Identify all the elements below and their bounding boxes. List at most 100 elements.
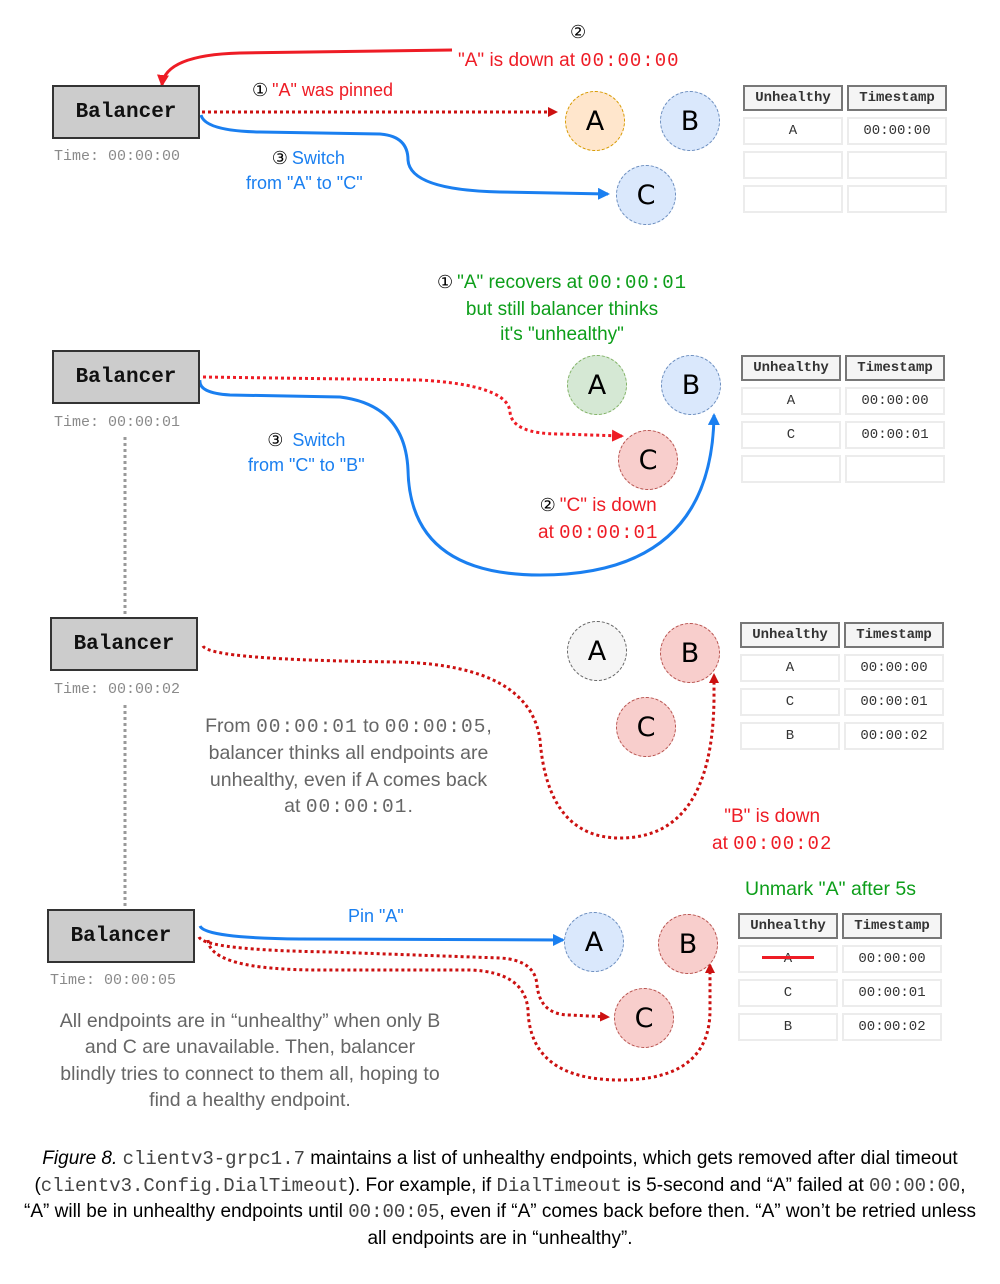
endpoint-node-a: A [567,355,627,415]
unmark-label: Unmark "A" after 5s [745,878,916,900]
cell-timestamp: 00:00:00 [844,654,944,682]
note-text: to [357,715,385,737]
step-3-label: ③ Switch from "C" to "B" [248,428,365,478]
note-line-3: blindly tries to connect to them all, ho… [60,1062,440,1085]
step-number-1: ① [252,80,269,101]
header-unhealthy: Unhealthy [743,85,843,111]
explanation-note: All endpoints are in “unhealthy” when on… [50,1008,450,1113]
time-label: Time: 00:00:05 [50,972,177,989]
time-label: Time: 00:00:02 [54,681,181,698]
note-line-2: balancer thinks all endpoints are [208,742,489,765]
endpoint-node-b: B [661,355,721,415]
cell-unhealthy: B [740,722,840,750]
step-number-2: ② [570,22,587,43]
step-3-label: ③ Switch from "A" to "C" [246,146,363,196]
endpoint-node-a: A [564,912,624,972]
time-label: Time: 00:00:01 [54,414,181,431]
step-number-3: ③ [271,148,288,169]
b-down-text: "B" is down [724,806,821,827]
b-down-time: 00:00:02 [733,832,833,855]
unhealthy-table: Unhealthy Timestamp A 00:00:00 C 00:00:0… [741,355,945,483]
cell-timestamp: 00:00:02 [842,1013,942,1041]
b-down-label: "B" is down at 00:00:02 [712,804,832,857]
unhealthy-table: Unhealthy Timestamp A 00:00:00 C 00:00:0… [740,622,944,750]
header-timestamp: Timestamp [845,355,945,381]
endpoint-node-a: A [567,621,627,681]
cell-unhealthy: A [741,387,841,415]
recovers-line-3: it's "unhealthy" [500,324,624,346]
header-timestamp: Timestamp [844,622,944,648]
figure-caption: Figure 8. clientv3-grpc1.7 maintains a l… [20,1146,980,1252]
endpoint-node-c: C [616,697,676,757]
cell-timestamp [847,151,947,179]
balancer-box: Balancer [50,617,198,671]
caption-code: clientv3-grpc1.7 [122,1148,305,1170]
header-timestamp: Timestamp [847,85,947,111]
cell-unhealthy: C [741,421,841,449]
cell-unhealthy: A [743,117,843,145]
down-time: 00:00:00 [580,50,680,72]
cell-timestamp: 00:00:01 [844,688,944,716]
at-text: at [712,832,734,854]
note-text: . [407,794,413,817]
step-number-3: ③ [267,430,284,451]
cell-timestamp [845,455,945,483]
caption-text: , even if “A” comes back before then. “A… [367,1201,976,1249]
unhealthy-table: Unhealthy Timestamp A 00:00:00 C 00:00:0… [738,913,942,1041]
cell-unhealthy-struck: A [738,945,838,973]
note-time: 00:00:01 [256,716,358,738]
caption-code: 00:00:00 [869,1174,961,1197]
balancer-box: Balancer [52,350,200,404]
endpoint-node-b: B [660,91,720,151]
pinned-text: "A" was pinned [272,80,393,100]
cell-timestamp: 00:00:00 [845,387,945,415]
recovers-text: "A" recovers at [457,272,588,293]
caption-text: ). For example, if [348,1174,497,1196]
endpoint-node-a: A [565,91,625,151]
endpoint-node-c: C [618,430,678,490]
step-1-label: ① "A" recovers at 00:00:01 but still bala… [412,270,712,348]
note-line-2: and C are unavailable. Then, balancer [84,1036,416,1059]
note-line-3: unhealthy, even if A comes back [209,768,488,791]
step-number-1: ① [436,272,454,293]
step-number-2: ② [539,495,556,516]
switch-detail-text: from "C" to "B" [248,455,365,476]
step-2-marker: ② [570,20,590,45]
endpoint-node-b: B [658,914,718,974]
recovers-time: 00:00:01 [587,272,688,294]
time-label: Time: 00:00:00 [54,148,181,165]
cell-unhealthy: C [740,688,840,716]
step-1-label: ① "A" was pinned [252,78,393,103]
caption-code: 00:00:05 [348,1201,440,1224]
header-unhealthy: Unhealthy [738,913,838,939]
step-2-label: ② "C" is down at 00:00:01 [538,493,658,546]
note-line-4: find a healthy endpoint. [149,1088,351,1111]
endpoint-node-c: C [614,988,674,1048]
cell-timestamp: 00:00:00 [842,945,942,973]
cell-unhealthy [743,185,843,213]
caption-code: DialTimeout [496,1174,622,1197]
recovers-line-2: but still balancer thinks [465,298,659,320]
down-text: "A" is down at [458,50,581,71]
cell-timestamp: 00:00:01 [845,421,945,449]
note-time: 00:00:05 [384,716,487,738]
note-time: 00:00:01 [305,795,408,818]
endpoint-node-b: B [660,623,720,683]
cell-unhealthy: C [738,979,838,1007]
cell-unhealthy: A [740,654,840,682]
switch-text: Switch [291,148,345,168]
step-2-label: "A" is down at 00:00:00 [458,48,680,75]
note-text: From [205,715,257,737]
figure-label: Figure 8. [42,1148,118,1169]
balancer-box: Balancer [47,909,195,963]
balancer-box: Balancer [52,85,200,139]
header-unhealthy: Unhealthy [741,355,841,381]
cell-unhealthy: B [738,1013,838,1041]
c-down-text: "C" is down [559,495,657,516]
cell-timestamp: 00:00:01 [842,979,942,1007]
cell-timestamp: 00:00:02 [844,722,944,750]
cell-unhealthy [741,455,841,483]
header-timestamp: Timestamp [842,913,942,939]
at-text: at [538,521,560,543]
switch-text: Switch [292,430,346,450]
